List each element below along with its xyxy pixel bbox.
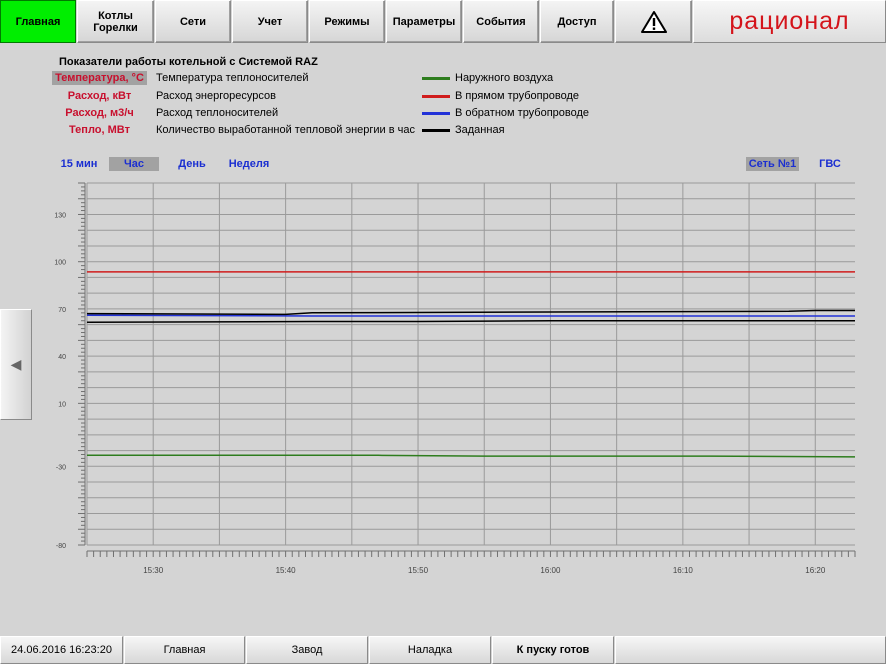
nav-modes-button[interactable]: Режимы	[309, 0, 385, 43]
status-datetime: 24.06.2016 16:23:20	[0, 636, 123, 664]
status-ready-button[interactable]: К пуску готов	[492, 636, 614, 664]
nav-networks-button[interactable]: Сети	[155, 0, 231, 43]
param-heat-desc: Количество выработанной тепловой энергии…	[156, 124, 416, 136]
nav-boilers-button[interactable]: Котлы Горелки	[77, 0, 154, 43]
tab-hot-water[interactable]: ГВС	[812, 157, 848, 171]
series-swatch	[422, 129, 450, 132]
status-bar: 24.06.2016 16:23:20 Главная Завод Наладк…	[0, 636, 886, 664]
status-empty-cell	[615, 636, 886, 664]
brand-logo: рационал	[693, 0, 886, 43]
series-swatch	[422, 112, 450, 115]
param-temperature-desc: Температура теплоносителей	[156, 72, 309, 84]
tab-day[interactable]: День	[172, 157, 212, 171]
x-tick-label: 15:50	[408, 566, 429, 575]
status-plant-button[interactable]: Завод	[246, 636, 368, 664]
series-swatch	[422, 77, 450, 80]
x-tick-label: 16:00	[540, 566, 561, 575]
scroll-left-button[interactable]: ◀	[0, 309, 32, 420]
nav-metering-button[interactable]: Учет	[232, 0, 308, 43]
nav-events-button[interactable]: События	[463, 0, 539, 43]
param-temperature[interactable]: Температура, °С	[52, 71, 147, 85]
param-heat[interactable]: Тепло, МВт	[52, 123, 147, 137]
series-label: Заданная	[455, 124, 505, 136]
status-main-button[interactable]: Главная	[124, 636, 245, 664]
nav-parameters-button[interactable]: Параметры	[386, 0, 462, 43]
series-label: В обратном трубопроводе	[455, 107, 590, 119]
param-energy-desc: Расход энергоресурсов	[156, 90, 276, 102]
y-tick-label: 10	[58, 401, 66, 408]
series-line-2	[86, 314, 855, 317]
y-tick-label: 70	[58, 307, 66, 314]
plot-area	[87, 183, 855, 545]
page-title: Показатели работы котельной с Системой R…	[59, 56, 318, 68]
status-commissioning-button[interactable]: Наладка	[369, 636, 491, 664]
y-tick-label: -30	[56, 464, 66, 471]
series-label: В прямом трубопроводе	[455, 90, 579, 102]
x-tick-label: 16:10	[673, 566, 694, 575]
y-tick-label: 100	[54, 260, 66, 267]
series-label: Наружного воздуха	[455, 72, 554, 84]
param-flow[interactable]: Расход, м3/ч	[52, 106, 147, 120]
y-tick-label: 40	[58, 354, 66, 361]
x-tick-label: 15:40	[276, 566, 297, 575]
tab-hour[interactable]: Час	[109, 157, 159, 171]
trend-chart: -80 -30 10 40 70 100 130 15:30 15:40 15:50 16:00 16…	[54, 182, 856, 575]
series-swatch	[422, 95, 450, 98]
y-tick-label: 130	[54, 212, 66, 219]
param-flow-desc: Расход теплоносителей	[156, 107, 279, 119]
warning-triangle-icon	[640, 10, 667, 33]
y-tick-label: -80	[56, 543, 66, 550]
param-energy[interactable]: Расход, кВт	[52, 89, 147, 103]
top-navigation: Главная Котлы Горелки Сети Учет Режимы П…	[0, 0, 886, 43]
x-tick-label: 16:20	[805, 566, 826, 575]
arrow-left-icon: ◀	[10, 356, 22, 372]
tab-week[interactable]: Неделя	[222, 157, 276, 171]
x-tick-label: 15:30	[143, 566, 164, 575]
nav-access-button[interactable]: Доступ	[540, 0, 614, 43]
tab-net-1[interactable]: Сеть №1	[746, 157, 799, 171]
nav-main-button[interactable]: Главная	[0, 0, 76, 43]
tab-15min[interactable]: 15 мин	[57, 157, 101, 171]
alarm-button[interactable]	[615, 0, 692, 43]
